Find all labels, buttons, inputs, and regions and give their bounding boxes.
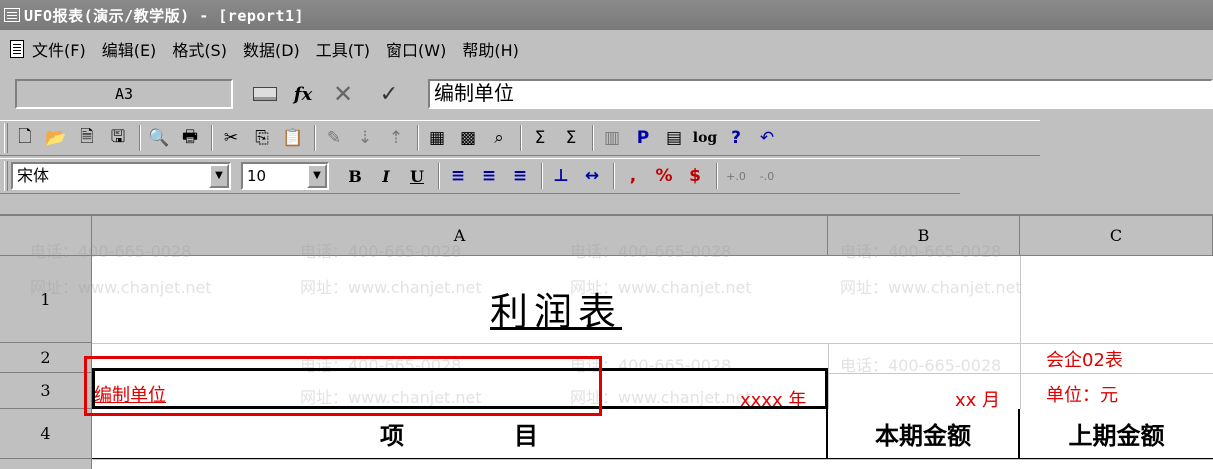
cell-reference-box[interactable]: A3	[15, 79, 233, 109]
sort-asc-icon[interactable]: ⇣	[351, 124, 379, 152]
row-header-4[interactable]: 4	[0, 409, 92, 459]
menu-edit[interactable]: 编辑(E)	[102, 37, 157, 61]
cut-icon[interactable]: ✂	[217, 124, 245, 152]
page-icon[interactable]: ▤	[660, 124, 688, 152]
confirm-icon[interactable]: ✓	[377, 82, 401, 107]
app-icon[interactable]	[4, 8, 20, 22]
menu-file[interactable]: 文件(F)	[32, 37, 86, 61]
formula-input[interactable]: 编制单位	[428, 79, 1213, 109]
document-icon[interactable]	[10, 40, 24, 58]
vertical-align-icon[interactable]: ⊥	[547, 162, 575, 190]
report-title-cell[interactable]: 利润表	[92, 256, 1020, 343]
row-header-1[interactable]: 1	[0, 256, 92, 343]
align-center-icon[interactable]: ≡	[475, 162, 503, 190]
column-header-a[interactable]: A	[92, 216, 828, 256]
header-current-amount[interactable]: 本期金额	[828, 409, 1020, 459]
header-item[interactable]: 项目	[92, 409, 828, 459]
print-preview-icon[interactable]: 🔍	[145, 124, 173, 152]
cancel-icon[interactable]: ✕	[332, 80, 354, 108]
currency-style-button[interactable]: $	[681, 162, 709, 190]
menu-window[interactable]: 窗口(W)	[386, 37, 446, 61]
menu-bar: 文件(F) 编辑(E) 格式(S) 数据(D) 工具(T) 窗口(W) 帮助(H…	[0, 32, 1213, 66]
copy-icon[interactable]: ⎘	[248, 124, 276, 152]
decrease-decimal-icon[interactable]: -.0	[753, 162, 781, 190]
paste-icon[interactable]: 📋	[279, 124, 307, 152]
chevron-down-icon[interactable]: ▼	[307, 164, 327, 188]
chevron-down-icon[interactable]: ▼	[209, 164, 229, 188]
header-previous-amount[interactable]: 上期金额	[1020, 409, 1213, 459]
insert-table-icon[interactable]: ▦	[423, 124, 451, 152]
report-unit[interactable]: 单位：元	[1046, 378, 1118, 410]
column-header-b[interactable]: B	[828, 216, 1020, 256]
select-all-corner[interactable]	[0, 216, 92, 256]
print-icon[interactable]: 🖶	[176, 124, 204, 152]
formula-bar: A3 fx ✕ ✓ 编制单位	[0, 76, 1213, 112]
underline-button[interactable]: U	[403, 162, 431, 190]
spreadsheet-grid: A B C 1 2 3 4 电话：400-665-0028 电话：400-665…	[0, 214, 1213, 469]
log-icon[interactable]: log	[691, 124, 719, 152]
row-header-2[interactable]: 2	[0, 343, 92, 373]
title-bar: UFO报表(演示/教学版) - [report1]	[0, 0, 1213, 30]
font-size-value: 10	[247, 167, 267, 185]
grid-icon[interactable]: ▩	[454, 124, 482, 152]
row-header-3[interactable]: 3	[0, 373, 92, 409]
font-family-select[interactable]: 宋体 ▼	[11, 162, 231, 190]
menu-tools[interactable]: 工具(T)	[316, 37, 370, 61]
sum-icon[interactable]: Σ	[526, 124, 554, 152]
row-header-5[interactable]	[0, 459, 92, 469]
toolbar-grip[interactable]	[4, 123, 8, 153]
find-icon[interactable]: ⌕	[485, 124, 513, 152]
bold-button[interactable]: B	[341, 162, 369, 190]
save-icon[interactable]: 🖫	[104, 124, 132, 152]
document-icon[interactable]: 🗎	[73, 124, 101, 152]
function-icon[interactable]: fx	[292, 82, 314, 106]
italic-button[interactable]: I	[372, 162, 400, 190]
p-icon[interactable]: P	[629, 124, 657, 152]
undo-icon[interactable]: ↶	[753, 124, 781, 152]
menu-help[interactable]: 帮助(H)	[462, 37, 519, 61]
window-title: UFO报表(演示/教学版) - [report1]	[24, 6, 305, 25]
horizontal-fit-icon[interactable]: ↔	[578, 162, 606, 190]
font-size-select[interactable]: 10 ▼	[241, 162, 329, 190]
font-family-value: 宋体	[17, 166, 50, 185]
percent-style-button[interactable]: %	[650, 162, 678, 190]
chart-icon[interactable]: ▥	[598, 124, 626, 152]
toolbar-grip[interactable]	[4, 161, 8, 191]
menu-data[interactable]: 数据(D)	[243, 37, 300, 61]
align-right-icon[interactable]: ≡	[506, 162, 534, 190]
sort-desc-icon[interactable]: ⇡	[382, 124, 410, 152]
comma-style-button[interactable]: ,	[619, 162, 647, 190]
column-header-c[interactable]: C	[1020, 216, 1213, 256]
report-title: 利润表	[489, 290, 622, 334]
format-toolbar: 宋体 ▼ 10 ▼ B I U ≡ ≡ ≡ ⊥ ↔ , % $ +.0 -.0	[0, 158, 960, 194]
help-pointer-icon[interactable]: ?	[722, 124, 750, 152]
menu-format[interactable]: 格式(S)	[172, 37, 227, 61]
report-code[interactable]: 会企02表	[1046, 344, 1123, 374]
highlight-annotation	[84, 356, 602, 416]
new-file-icon[interactable]: 🗋	[11, 124, 39, 152]
increase-decimal-icon[interactable]: +.0	[722, 162, 750, 190]
open-folder-icon[interactable]: 📂	[42, 124, 70, 152]
sum-column-icon[interactable]: Σ	[557, 124, 585, 152]
standard-toolbar: 🗋 📂 🗎 🖫 🔍 🖶 ✂ ⎘ 📋 ✎ ⇣ ⇡ ▦ ▩ ⌕ Σ Σ ▥ P ▤ …	[0, 120, 1040, 156]
align-left-icon[interactable]: ≡	[444, 162, 472, 190]
keyboard-icon[interactable]	[250, 82, 280, 106]
format-painter-icon[interactable]: ✎	[320, 124, 348, 152]
